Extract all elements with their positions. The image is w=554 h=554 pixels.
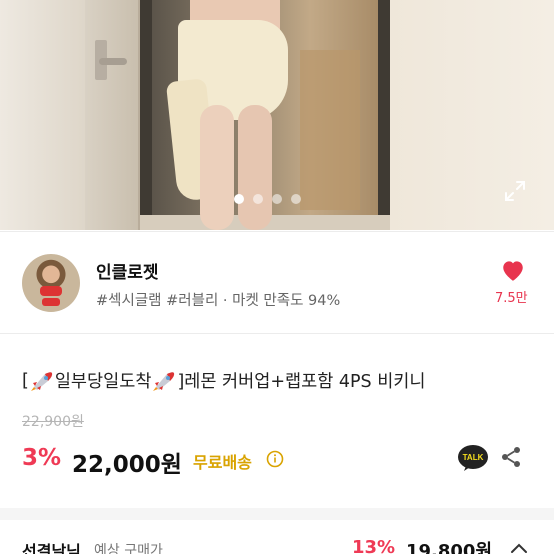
expand-icon[interactable] (503, 179, 527, 203)
discount-rate: 3% (22, 445, 62, 471)
sale-price: 22,000원 (72, 452, 182, 478)
like-count: 7.5만 (495, 291, 528, 306)
gallery-dot-active[interactable] (234, 194, 244, 204)
photo-model-leg (200, 105, 234, 230)
gallery-dot[interactable] (253, 194, 263, 204)
rocket-icon (153, 371, 175, 391)
expected-price: 19,800원 (406, 541, 493, 554)
section-divider (0, 231, 554, 232)
shop-name[interactable]: 인클로젯 (96, 258, 159, 283)
photo-model-leg (238, 105, 272, 230)
title-middle: 일부당일도착 (54, 372, 152, 392)
product-title: [ 일부당일도착 ]레몬 커버업+랩포함 4PS 비키니 (22, 368, 426, 393)
share-icon[interactable] (499, 445, 523, 469)
gallery-dot[interactable] (291, 194, 301, 204)
gallery-dot[interactable] (272, 194, 282, 204)
expected-discount-rate: 13% (352, 537, 396, 554)
shop-meta: #섹시글램 #러블리 · 마켓 만족도 94% (96, 293, 341, 309)
title-prefix: [ (22, 370, 29, 391)
original-price: 22,900원 (22, 414, 84, 430)
photo-door (85, 0, 140, 230)
section-divider (0, 333, 554, 334)
free-shipping-badge: 무료배송 (193, 453, 252, 472)
buyer-greeting: 선결날님 (22, 542, 81, 554)
info-icon[interactable] (266, 450, 284, 468)
chevron-up-icon[interactable] (510, 542, 528, 554)
gallery-pagination (234, 194, 301, 204)
photo-mirror-reflection (300, 50, 360, 210)
heart-icon[interactable] (500, 258, 526, 282)
photo-door-handle (95, 40, 127, 80)
shop-avatar[interactable] (22, 254, 80, 312)
kakao-talk-icon[interactable]: TALK (457, 444, 489, 472)
photo-wall (390, 0, 554, 230)
expected-price-label: 예상 구매가 (94, 543, 163, 554)
title-suffix: ]레몬 커버업+랩포함 4PS 비키니 (177, 372, 426, 392)
section-separator (0, 508, 554, 520)
rocket-icon (30, 371, 52, 391)
talk-label: TALK (463, 453, 484, 462)
photo-background (0, 0, 85, 230)
